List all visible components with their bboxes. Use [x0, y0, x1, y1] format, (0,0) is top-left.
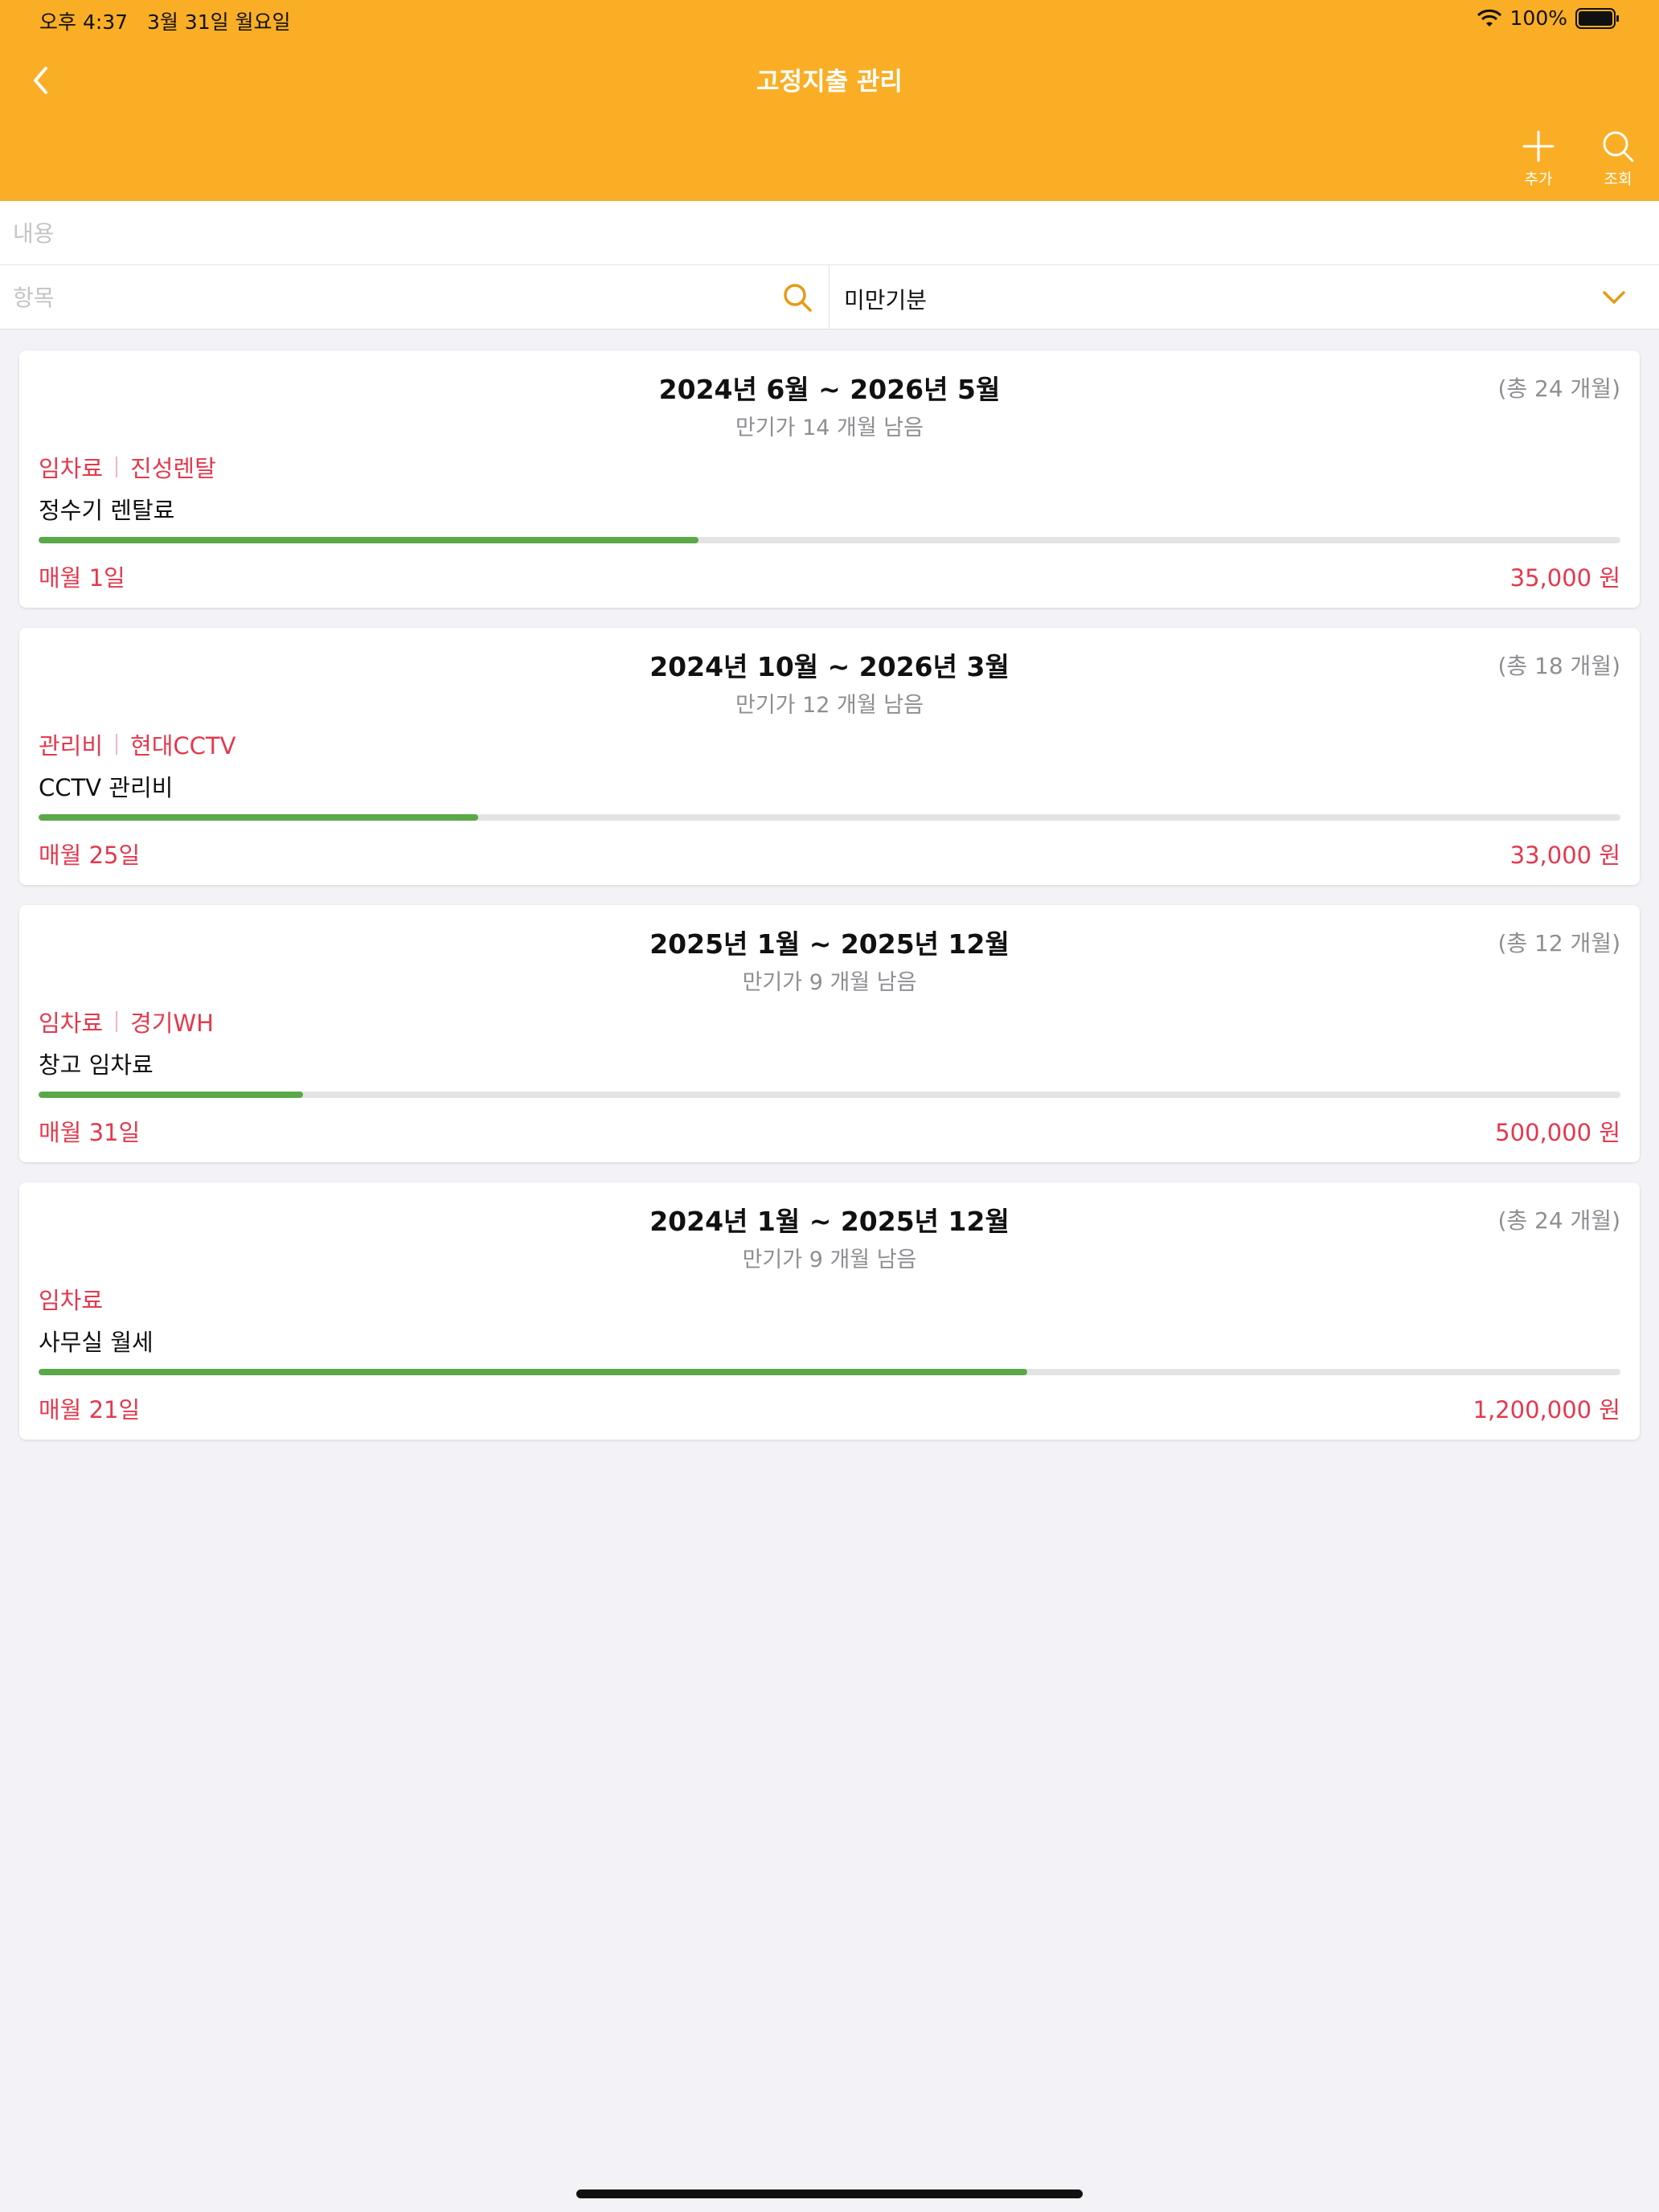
tag-separator [116, 457, 118, 477]
battery-icon [1575, 7, 1619, 29]
card-vendor: 현대CCTV [130, 732, 236, 760]
card-pay-day: 매월 25일 [39, 842, 141, 869]
add-button[interactable]: 추가 [1506, 129, 1571, 193]
card-item-name: 사무실 월세 [39, 1329, 154, 1356]
expense-card[interactable]: 2025년 1월 ~ 2025년 12월 (총 12 개월) 만기가 9 개월 … [19, 905, 1640, 1162]
card-item-name: 정수기 렌탈료 [39, 497, 175, 524]
page-title: 고정지출 관리 [756, 68, 903, 96]
card-remaining: 만기가 9 개월 남음 [742, 970, 917, 995]
tag-separator [116, 1011, 118, 1032]
card-progress-bar [39, 1092, 1620, 1098]
card-progress-bar [39, 537, 1620, 543]
status-time: 오후 4:37 3월 31일 월요일 [39, 10, 291, 34]
card-period: 2025년 1월 ~ 2025년 12월 [649, 928, 1010, 960]
card-item-name: CCTV 관리비 [39, 774, 174, 801]
card-remaining: 만기가 12 개월 남음 [735, 693, 924, 718]
card-category: 임차료 [39, 1010, 104, 1037]
card-total-months: (총 24 개월) [1497, 375, 1620, 402]
card-tags: 임차료 진성렌탈 [39, 450, 216, 484]
expense-card[interactable]: 2024년 6월 ~ 2026년 5월 (총 24 개월) 만기가 14 개월 … [19, 350, 1640, 608]
card-progress-fill [39, 1092, 303, 1098]
card-amount: 1,200,000 원 [1473, 1396, 1621, 1423]
card-remaining: 만기가 14 개월 남음 [735, 416, 924, 440]
item-input[interactable] [13, 280, 768, 315]
content-input[interactable] [13, 215, 1540, 251]
card-vendor: 경기WH [130, 1010, 214, 1037]
plus-icon [1522, 130, 1555, 162]
app-header: 오후 4:37 3월 31일 월요일 100% 고정지출 관리 추가 조회 [0, 0, 1659, 201]
card-pay-day: 매월 31일 [39, 1119, 141, 1146]
expense-card[interactable]: 2024년 10월 ~ 2026년 3월 (총 18 개월) 만기가 12 개월… [19, 628, 1640, 885]
card-progress-fill [39, 1369, 1027, 1375]
card-category: 관리비 [39, 732, 104, 760]
card-amount: 500,000 원 [1495, 1119, 1620, 1146]
card-item-name: 창고 임차료 [39, 1051, 154, 1079]
search-button[interactable]: 조회 [1586, 129, 1650, 193]
card-amount: 33,000 원 [1509, 842, 1620, 869]
card-tags: 관리비 현대CCTV [39, 727, 236, 761]
home-indicator [576, 2189, 1083, 2198]
card-progress-fill [39, 537, 698, 543]
card-category: 임차료 [39, 1287, 104, 1314]
card-total-months: (총 12 개월) [1497, 930, 1620, 956]
tag-separator [116, 734, 118, 755]
chevron-down-icon [1603, 291, 1625, 304]
card-period: 2024년 1월 ~ 2025년 12월 [649, 1206, 1010, 1237]
card-tags: 임차료 경기WH [39, 1005, 214, 1038]
card-pay-day: 매월 21일 [39, 1396, 141, 1423]
battery-percent: 100% [1509, 6, 1567, 30]
card-progress-fill [39, 814, 479, 821]
card-period: 2024년 6월 ~ 2026년 5월 [658, 374, 1001, 405]
card-period: 2024년 10월 ~ 2026년 3월 [649, 651, 1010, 682]
add-button-label: 추가 [1524, 170, 1553, 188]
card-pay-day: 매월 1일 [39, 564, 125, 592]
card-total-months: (총 18 개월) [1497, 653, 1620, 679]
item-search-icon[interactable] [781, 281, 813, 313]
search-button-label: 조회 [1604, 170, 1632, 188]
content-filter-row [0, 201, 1659, 265]
fixed-expense-list: 2024년 6월 ~ 2026년 5월 (총 24 개월) 만기가 14 개월 … [19, 350, 1640, 1460]
card-progress-bar [39, 1369, 1620, 1375]
card-remaining: 만기가 9 개월 남음 [742, 1247, 917, 1272]
status-select[interactable]: 미만기분 [830, 265, 1659, 330]
expense-card[interactable]: 2024년 1월 ~ 2025년 12월 (총 24 개월) 만기가 9 개월 … [19, 1182, 1640, 1440]
card-total-months: (총 24 개월) [1497, 1207, 1620, 1234]
status-select-value: 미만기분 [844, 287, 928, 313]
item-filter-row: 미만기분 [0, 265, 1659, 330]
card-category: 임차료 [39, 455, 104, 482]
wifi-icon [1477, 9, 1501, 27]
status-indicators: 100% [1477, 6, 1620, 30]
card-amount: 35,000 원 [1509, 564, 1620, 592]
card-vendor: 진성렌탈 [130, 455, 216, 482]
card-tags: 임차료 [39, 1282, 103, 1316]
card-progress-bar [39, 814, 1620, 821]
search-icon [1603, 131, 1634, 162]
